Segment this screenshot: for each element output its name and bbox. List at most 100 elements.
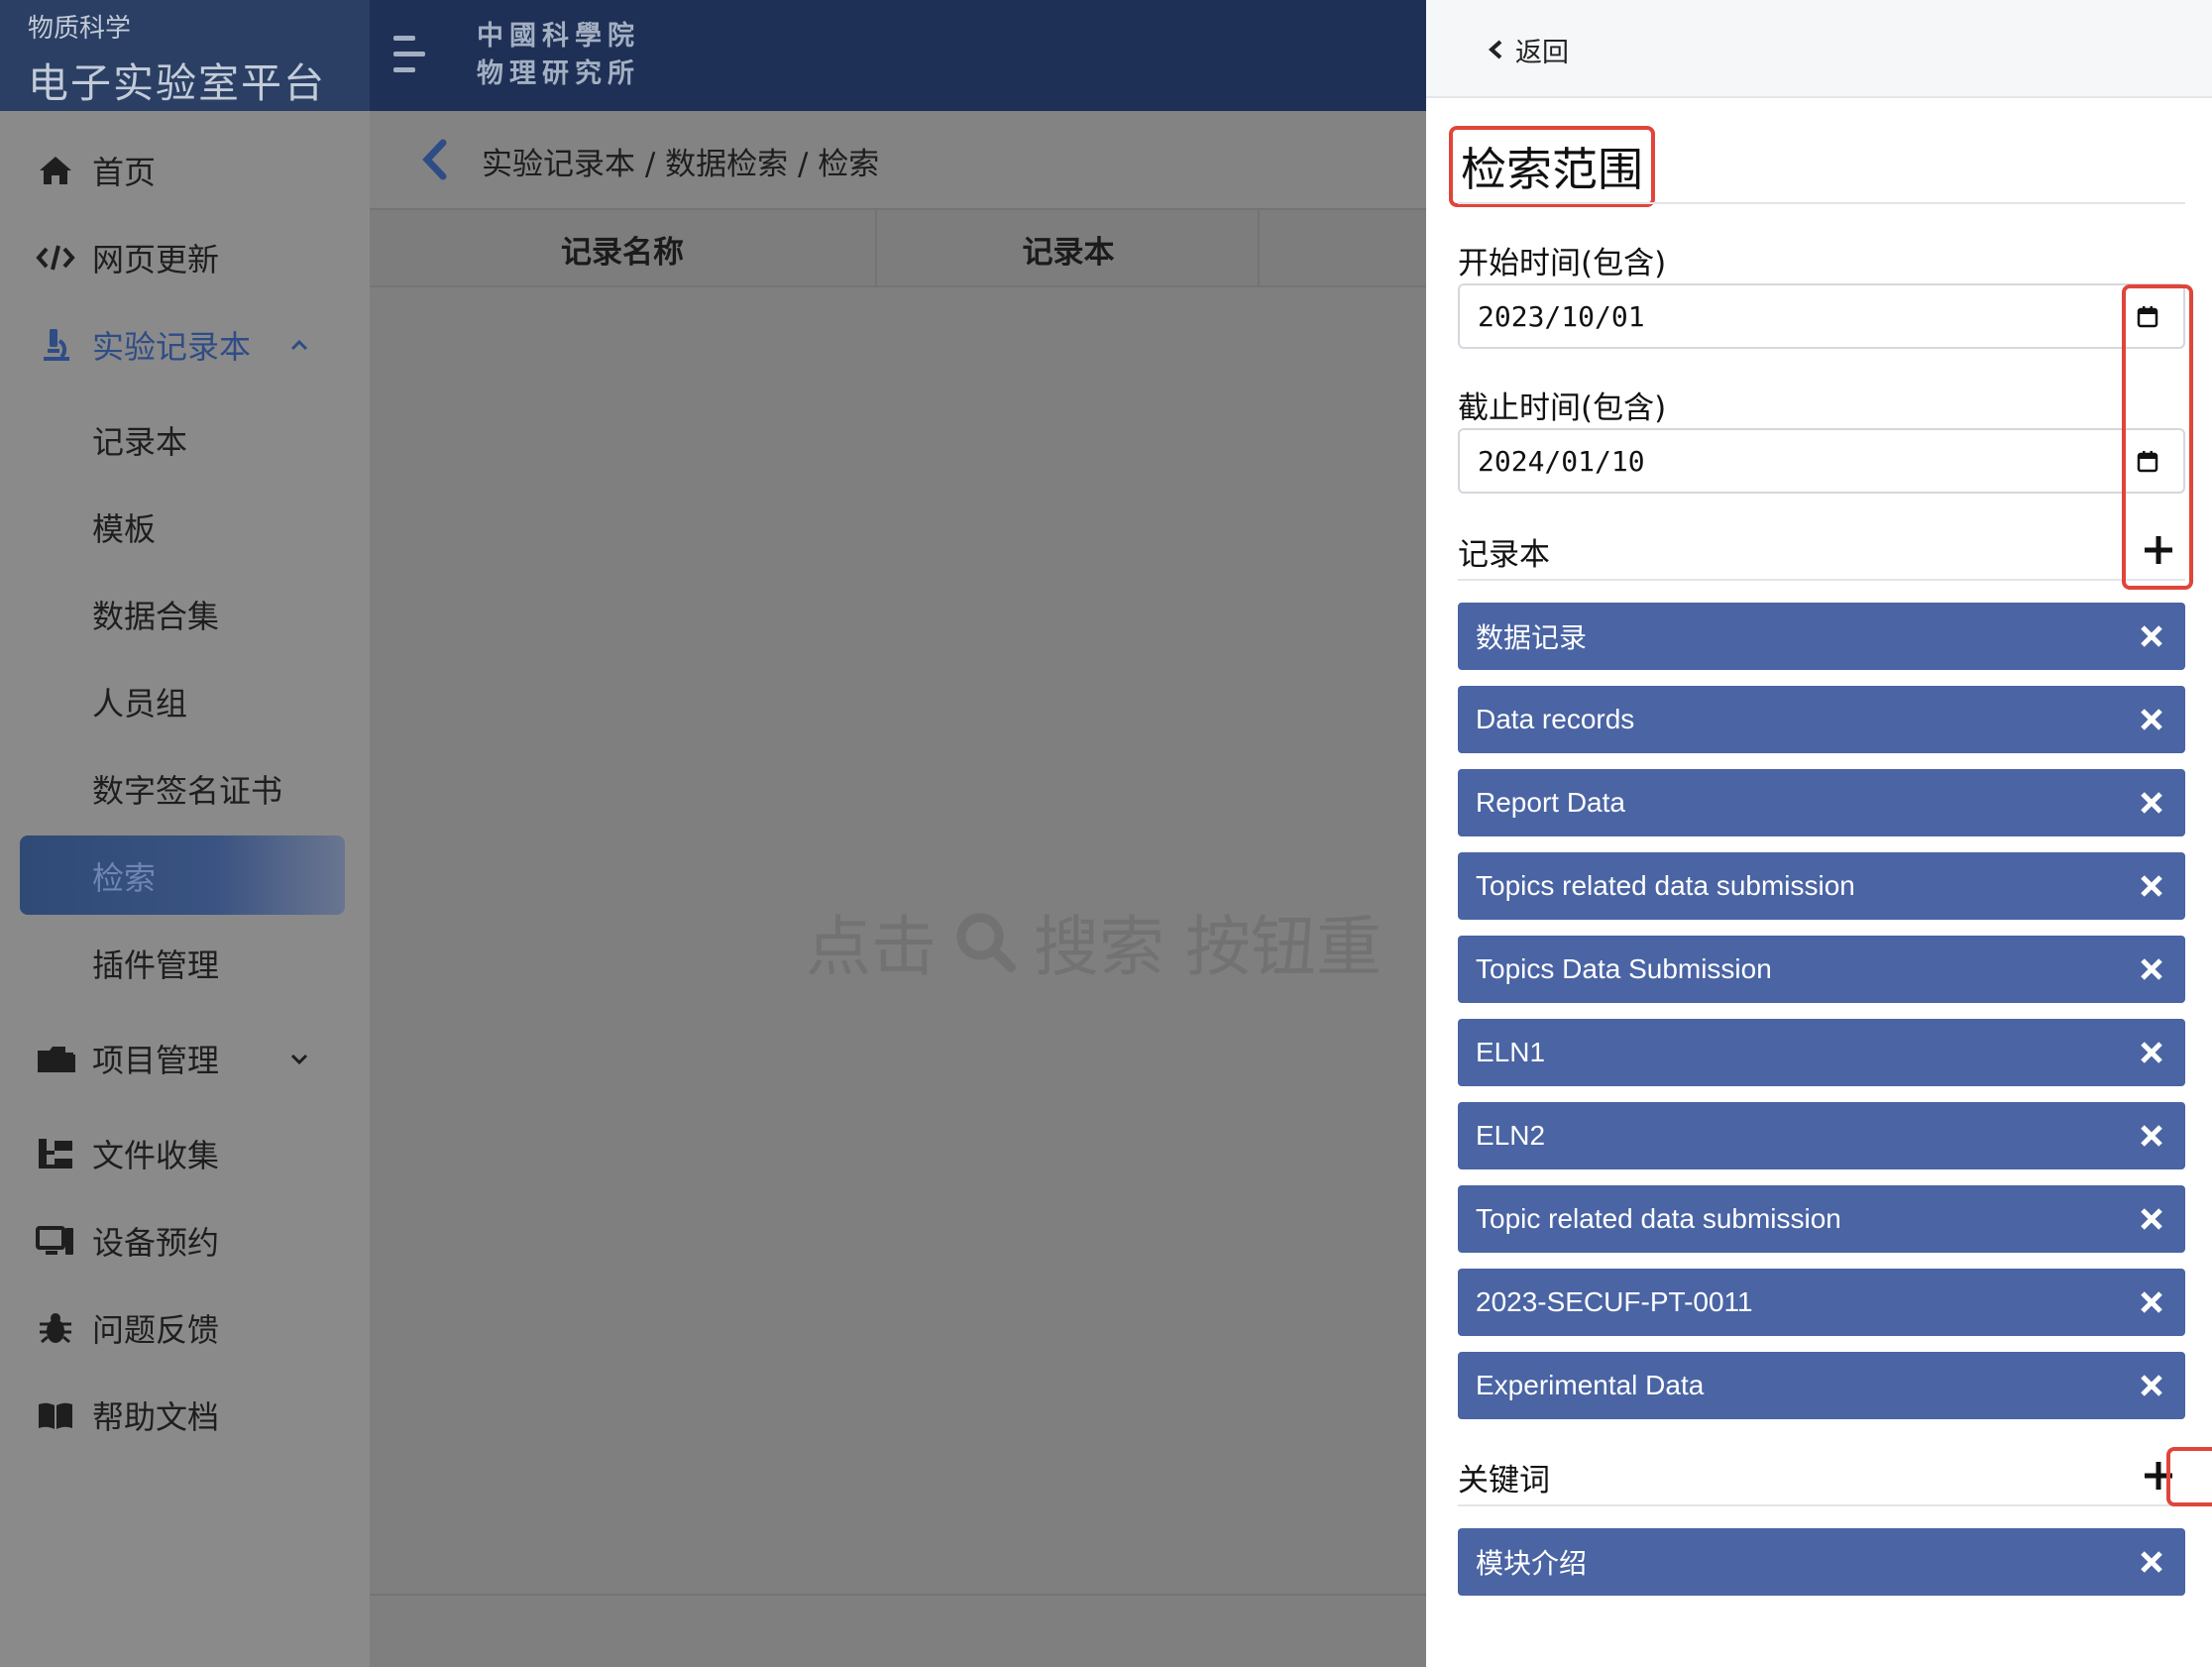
hint-text-after: 搜索 按钮重 [1034, 909, 1382, 985]
notebook-chip: Data records [1458, 686, 2185, 753]
sitemap-icon [36, 1134, 75, 1173]
empty-results-hint: 点击 搜索 按钮重 [806, 894, 1426, 989]
sidebar-item-home[interactable]: 首页 [0, 127, 370, 214]
sidebar-item-label: 文件收集 [92, 1137, 220, 1174]
calendar-icon[interactable] [2136, 450, 2159, 474]
notebook-chip: ELN2 [1458, 1102, 2185, 1169]
sidebar-item-web-updates[interactable]: 网页更新 [0, 214, 370, 301]
calendar-icon[interactable] [2136, 305, 2159, 329]
column-divider [1258, 210, 1260, 287]
start-date-label: 开始时间(包含) [1458, 246, 1667, 281]
back-label: 返回 [1515, 37, 1569, 68]
breadcrumb-bar: 实验记录本 / 数据检索 / 检索 [370, 111, 1426, 208]
sidebar-item-help[interactable]: 帮助文档 [0, 1372, 370, 1459]
back-chevron-icon[interactable] [419, 139, 449, 180]
sidebar-item-label: 插件管理 [92, 946, 220, 984]
column-header-notebook[interactable]: 记录本 [877, 210, 1260, 287]
panel-header: 返回 [1426, 0, 2212, 98]
keywords-header: 关键词 [1458, 1447, 2185, 1506]
top-bar: 中國科學院 物理研究所 [370, 0, 1426, 111]
sidebar-item-label: 检索 [92, 859, 157, 897]
sidebar-item-file-collection[interactable]: 文件收集 [0, 1110, 370, 1197]
sidebar-item-projects[interactable]: 项目管理 [0, 1015, 370, 1102]
chip-label: Data records [1476, 704, 1635, 734]
back-button[interactable]: 返回 [1488, 30, 1569, 69]
sidebar-item-notebooks[interactable]: 记录本 [0, 396, 370, 484]
desktop-icon [36, 1221, 75, 1261]
chip-label: Topic related data submission [1476, 1203, 1841, 1234]
sidebar-item-label: 项目管理 [92, 1042, 220, 1079]
remove-icon[interactable] [2138, 1548, 2165, 1576]
sidebar-item-plugins[interactable]: 插件管理 [0, 920, 370, 1007]
notebooks-label: 记录本 [1458, 537, 1550, 573]
notebook-chip: Experimental Data [1458, 1352, 2185, 1419]
sidebar-item-feedback[interactable]: 问题反馈 [0, 1284, 370, 1372]
chip-label: 模块介绍 [1476, 1547, 1588, 1580]
remove-icon[interactable] [2138, 622, 2165, 650]
code-icon [36, 238, 75, 278]
title-divider [1458, 202, 2185, 204]
bug-icon [36, 1308, 75, 1348]
chip-label: ELN1 [1476, 1037, 1546, 1067]
end-date-label: 截止时间(包含) [1458, 390, 1667, 426]
results-table-header: 记录名称 记录本 [370, 208, 1426, 287]
sidebar-item-groups[interactable]: 人员组 [0, 658, 370, 745]
chip-label: Topics related data submission [1476, 870, 1855, 901]
institute-line-2: 物理研究所 [477, 58, 640, 89]
chevron-left-icon [1488, 40, 1502, 59]
chevron-down-icon [290, 1054, 308, 1065]
folder-icon [36, 1039, 75, 1078]
sidebar-item-notebook[interactable]: 实验记录本 [0, 301, 370, 389]
keyword-chip: 模块介绍 [1458, 1528, 2185, 1596]
remove-icon[interactable] [2138, 955, 2165, 983]
keywords-label: 关键词 [1458, 1463, 1550, 1499]
sidebar: 物质科学 电子实验室平台 首页 网页更新 实验记录本 记录本 模板 数据合集 人… [0, 0, 370, 1667]
column-header-record-name[interactable]: 记录名称 [370, 210, 875, 287]
sidebar-item-search[interactable]: 检索 [0, 833, 370, 920]
end-date-value: 2024/01/10 [1478, 444, 1645, 478]
notebook-chip: Topics related data submission [1458, 852, 2185, 920]
remove-icon[interactable] [2138, 1205, 2165, 1233]
sidebar-item-label: 首页 [92, 154, 157, 191]
sidebar-item-label: 人员组 [92, 685, 188, 722]
sidebar-item-datasets[interactable]: 数据合集 [0, 571, 370, 658]
search-scope-panel: 返回 检索范围 开始时间(包含) 2023/10/01 截止时间(包含) 202… [1426, 0, 2212, 1667]
notebook-chip: Report Data [1458, 769, 2185, 836]
start-date-input[interactable]: 2023/10/01 [1458, 283, 2185, 349]
sidebar-item-label: 设备预约 [92, 1224, 220, 1262]
microscope-icon [36, 325, 75, 365]
remove-icon[interactable] [2138, 789, 2165, 817]
menu-toggle-icon[interactable] [391, 34, 427, 75]
chevron-up-icon [290, 339, 308, 351]
notebooks-header: 记录本 [1458, 521, 2185, 581]
sidebar-item-devices[interactable]: 设备预约 [0, 1197, 370, 1284]
remove-icon[interactable] [2138, 1122, 2165, 1150]
chip-label: 2023-SECUF-PT-0011 [1476, 1286, 1753, 1317]
sidebar-item-templates[interactable]: 模板 [0, 484, 370, 571]
notebook-chip: 2023-SECUF-PT-0011 [1458, 1269, 2185, 1336]
sidebar-item-label: 模板 [92, 510, 157, 548]
remove-icon[interactable] [2138, 1039, 2165, 1066]
notebook-chip: ELN1 [1458, 1019, 2185, 1086]
sidebar-item-label: 实验记录本 [92, 328, 252, 366]
brand-subtitle: 物质科学 [28, 14, 132, 44]
sidebar-item-label: 问题反馈 [92, 1311, 220, 1349]
remove-icon[interactable] [2138, 706, 2165, 733]
section-title: 检索范围 [1449, 126, 1655, 207]
remove-icon[interactable] [2138, 1288, 2165, 1316]
brand-logo[interactable]: 物质科学 电子实验室平台 [0, 0, 370, 111]
content-footer-divider [370, 1594, 1426, 1596]
add-keyword-button[interactable] [2140, 1457, 2177, 1495]
sidebar-item-certificates[interactable]: 数字签名证书 [0, 745, 370, 833]
institute-logo: 中國科學院 物理研究所 [477, 18, 640, 93]
remove-icon[interactable] [2138, 1372, 2165, 1399]
add-notebook-button[interactable] [2140, 531, 2177, 569]
end-date-input[interactable]: 2024/01/10 [1458, 428, 2185, 494]
notebook-chip: 数据记录 [1458, 603, 2185, 670]
notebook-chip: Topics Data Submission [1458, 936, 2185, 1003]
home-icon [36, 151, 75, 190]
remove-icon[interactable] [2138, 872, 2165, 900]
chip-label: ELN2 [1476, 1120, 1546, 1151]
chip-label: Report Data [1476, 787, 1625, 818]
institute-line-1: 中國科學院 [477, 21, 640, 52]
